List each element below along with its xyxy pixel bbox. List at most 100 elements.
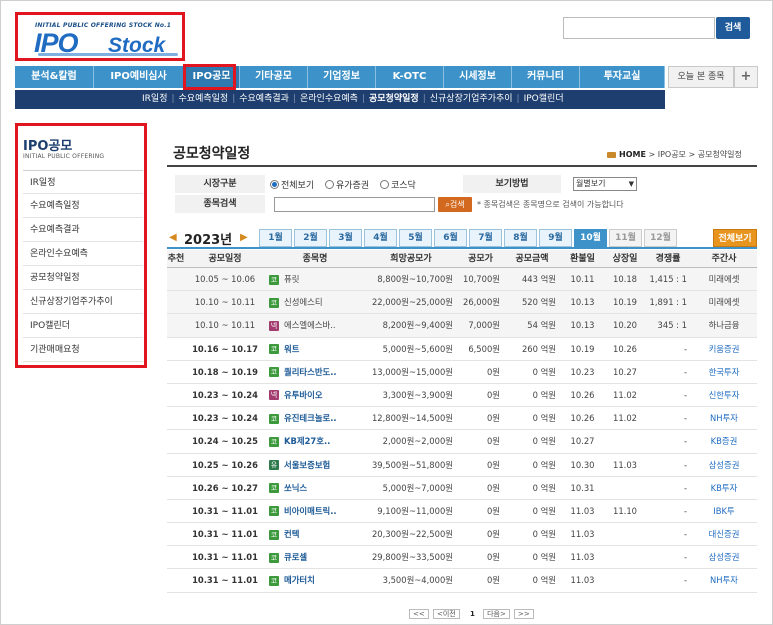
nav-item-3[interactable]: 기타공모 (240, 66, 308, 88)
prev-page-button[interactable]: <이전 (432, 609, 460, 619)
stock-name[interactable]: 유투바이오 (284, 390, 323, 400)
table-row[interactable]: 10.25 ~ 10.26 유 서울보증보험 39,500원~51,800원 0원 0 억… (167, 454, 757, 477)
view-method-select[interactable]: 월별보기 ▼ (573, 177, 637, 191)
stock-name[interactable]: 신성에스티 (284, 297, 323, 307)
view-all-button[interactable]: 전체보기 (713, 229, 757, 247)
month-tab-6[interactable]: 6월 (434, 229, 467, 247)
cell-name[interactable]: 코 KB제27호.. (265, 430, 365, 452)
month-tab-10[interactable]: 10월 (574, 229, 607, 247)
stock-name-input[interactable] (274, 197, 435, 212)
current-page[interactable]: 1 (470, 610, 475, 618)
cell-name[interactable]: 코 퓨릿 (265, 268, 365, 290)
sub-nav-item-3[interactable]: 온라인수요예측 (300, 94, 358, 104)
cell-name[interactable]: 코 메가터치 (265, 569, 365, 591)
sub-nav-item-6[interactable]: IPO캘린더 (524, 94, 564, 104)
stock-name[interactable]: 퓨릿 (284, 274, 299, 284)
cell-name[interactable]: 넥 에스엘에스바.. (265, 314, 365, 336)
stock-name[interactable]: 비아이매트릭.. (284, 506, 337, 516)
stock-name[interactable]: 컨텍 (284, 529, 299, 539)
cell-name[interactable]: 코 워트 (265, 338, 365, 360)
sidebar-item-2[interactable]: 수요예측결과 (23, 218, 143, 242)
table-row[interactable]: 10.23 ~ 10.24 코 유진테크놀로.. 12,800원~14,500원 0원 0… (167, 407, 757, 431)
table-row[interactable]: 10.18 ~ 10.19 코 퀄리타스반도.. 13,000원~15,000원 0원 0… (167, 361, 757, 384)
table-row[interactable]: 10.26 ~ 10.27 코 쏘닉스 5,000원~7,000원 0원 0 억원 10.3… (167, 477, 757, 500)
table-row[interactable]: 10.31 ~ 11.01 코 큐로셀 29,800원~33,500원 0원 0 억원 11… (167, 546, 757, 570)
month-tab-2[interactable]: 2월 (294, 229, 327, 247)
nav-item-7[interactable]: 커뮤니티 (512, 66, 580, 88)
cell-name[interactable]: 코 퀄리타스반도.. (265, 361, 365, 383)
nav-item-4[interactable]: 기업정보 (308, 66, 376, 88)
nav-item-1[interactable]: IPO예비심사 (94, 66, 184, 88)
sidebar-item-7[interactable]: 기관매매요청 (23, 338, 143, 362)
month-tab-8[interactable]: 8월 (504, 229, 537, 247)
sidebar-item-4[interactable]: 공모청약일정 (23, 266, 143, 290)
cell-name[interactable]: 코 신성에스티 (265, 291, 365, 313)
cell-name[interactable]: 코 컨텍 (265, 523, 365, 545)
stock-name[interactable]: 에스엘에스바.. (284, 320, 336, 330)
last-page-button[interactable]: >> (514, 609, 534, 619)
sidebar-item-5[interactable]: 신규상장기업주가추이 (23, 290, 143, 314)
table-row[interactable]: 10.31 ~ 11.01 코 메가터치 3,500원~4,000원 0원 0 억원 11.… (167, 569, 757, 593)
cell-name[interactable]: 코 유진테크놀로.. (265, 407, 365, 429)
market-option-all[interactable]: 전체보기 (281, 178, 314, 191)
stock-name[interactable]: 서울보증보험 (284, 460, 330, 470)
market-option-kosdaq[interactable]: 코스닥 (391, 178, 416, 191)
stock-name[interactable]: 유진테크놀로.. (284, 413, 337, 423)
nav-item-0[interactable]: 분석&칼럼 (15, 66, 94, 88)
market-radio-all[interactable] (270, 180, 279, 189)
stock-name[interactable]: 큐로셀 (284, 552, 307, 562)
table-row[interactable]: 10.16 ~ 10.17 코 워트 5,000원~5,600원 6,500원 260 억… (167, 338, 757, 361)
cell-name[interactable]: 유 서울보증보험 (265, 454, 365, 476)
cell-name[interactable]: 코 비아이매트릭.. (265, 500, 365, 522)
site-logo[interactable]: INITIAL PUBLIC OFFERING STOCK No.1 IPO S… (15, 12, 185, 61)
sub-nav-item-2[interactable]: 수요예측결과 (239, 94, 289, 104)
market-radio-kospi[interactable] (325, 180, 334, 189)
sub-nav-item-0[interactable]: IR일정 (142, 94, 167, 104)
table-row[interactable]: 10.31 ~ 11.01 코 비아이매트릭.. 9,100원~11,000원 0원 0 … (167, 500, 757, 524)
breadcrumb-level1[interactable]: IPO공모 (658, 150, 686, 159)
table-row[interactable]: 10.23 ~ 10.24 넥 유투바이오 3,300원~3,900원 0원 0 억원 10… (167, 384, 757, 408)
stock-name[interactable]: 메가터치 (284, 575, 315, 585)
cell-name[interactable]: 코 큐로셀 (265, 546, 365, 568)
month-tab-11[interactable]: 11월 (609, 229, 642, 247)
sidebar-item-0[interactable]: IR일정 (23, 170, 143, 194)
next-year-icon[interactable]: ▶ (240, 232, 248, 243)
stock-name[interactable]: 쏘닉스 (284, 483, 307, 493)
table-row[interactable]: 10.05 ~ 10.06 코 퓨릿 8,800원~10,700원 10,700원 443… (167, 268, 757, 292)
first-page-button[interactable]: << (409, 609, 429, 619)
month-tab-1[interactable]: 1월 (259, 229, 292, 247)
add-icon[interactable]: + (734, 66, 758, 88)
sub-nav-item-5[interactable]: 신규상장기업주가추이 (430, 94, 513, 104)
prev-year-icon[interactable]: ◀ (169, 232, 177, 243)
next-page-button[interactable]: 다음> (483, 609, 510, 619)
month-tab-7[interactable]: 7월 (469, 229, 502, 247)
table-row[interactable]: 10.10 ~ 10.11 코 신성에스티 22,000원~25,000원 26,000… (167, 291, 757, 315)
table-row[interactable]: 10.24 ~ 10.25 코 KB제27호.. 2,000원~2,000원 0원 0 억… (167, 430, 757, 454)
nav-item-8[interactable]: 투자교실 (580, 66, 665, 88)
nav-item-5[interactable]: K-OTC (376, 66, 444, 88)
sidebar-item-6[interactable]: IPO캘린더 (23, 314, 143, 338)
stock-name[interactable]: 퀄리타스반도.. (284, 367, 337, 377)
recent-items-tab[interactable]: 오늘 본 종목 (668, 66, 734, 88)
sidebar-item-3[interactable]: 온라인수요예측 (23, 242, 143, 266)
month-tab-9[interactable]: 9월 (539, 229, 572, 247)
breadcrumb-home[interactable]: HOME (619, 150, 646, 159)
cell-name[interactable]: 넥 유투바이오 (265, 384, 365, 406)
market-option-kospi[interactable]: 유가증권 (336, 178, 369, 191)
table-row[interactable]: 10.31 ~ 11.01 코 컨텍 20,300원~22,500원 0원 0 억원 11.… (167, 523, 757, 547)
month-tab-12[interactable]: 12월 (644, 229, 677, 247)
month-tab-4[interactable]: 4월 (364, 229, 397, 247)
site-search-input[interactable] (563, 17, 715, 39)
stock-search-button[interactable]: ⌕검색 (438, 197, 472, 212)
sub-nav-item-4[interactable]: 공모청약일정 (369, 94, 419, 104)
stock-name[interactable]: KB제27호.. (284, 436, 330, 446)
table-row[interactable]: 10.10 ~ 10.11 넥 에스엘에스바.. 8,200원~9,400원 7,000… (167, 314, 757, 338)
sidebar-item-1[interactable]: 수요예측일정 (23, 194, 143, 218)
site-search-button[interactable]: 검색 (716, 17, 750, 39)
month-tab-3[interactable]: 3월 (329, 229, 362, 247)
market-radio-kosdaq[interactable] (380, 180, 389, 189)
sub-nav-item-1[interactable]: 수요예측일정 (179, 94, 229, 104)
nav-item-6[interactable]: 시세정보 (444, 66, 512, 88)
cell-name[interactable]: 코 쏘닉스 (265, 477, 365, 499)
stock-name[interactable]: 워트 (284, 344, 299, 354)
